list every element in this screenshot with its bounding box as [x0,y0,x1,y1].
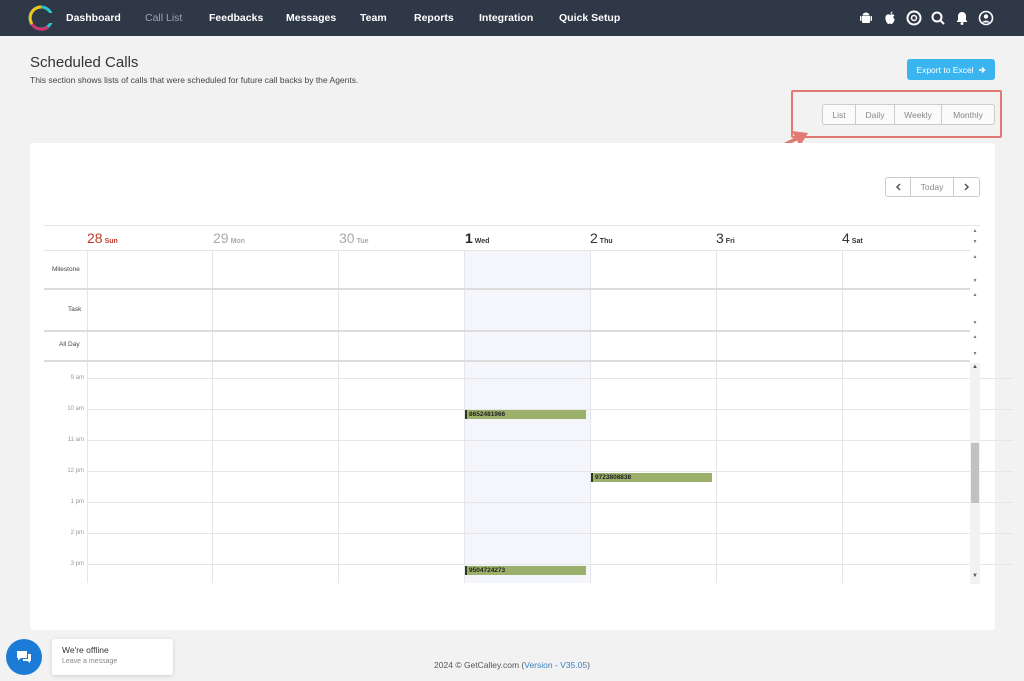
footer: 2024 © GetCalley.com (Version - V35.05) [0,660,1024,670]
row-divider [44,330,970,332]
view-monthly-button[interactable]: Monthly [942,105,994,124]
footer-close: ) [587,660,590,670]
search-icon[interactable] [930,10,946,26]
day-header-tue[interactable]: 30 Tue [339,230,369,248]
time-grid-scrollbar[interactable]: ▲ ▼ [970,363,980,584]
bell-icon[interactable] [954,10,970,26]
row-divider [87,533,1013,534]
scrollbar-thumb[interactable] [971,443,979,503]
prev-week-button[interactable] [886,178,911,196]
view-list-button[interactable]: List [823,105,856,124]
row-label-all-day: All Day [59,341,80,348]
time-label: 3 pm [70,561,84,567]
nav-quick-setup[interactable]: Quick Setup [559,12,620,24]
version-link[interactable]: Version - V35.05 [524,660,587,670]
scheduled-call-event[interactable]: 9723808838 [591,473,712,482]
row-divider [87,471,1013,472]
page-description: This section shows lists of calls that w… [30,75,359,85]
day-header-wed[interactable]: 1 Wed [465,230,489,248]
export-to-excel-button[interactable]: Export to Excel [907,59,995,80]
nav-dashboard[interactable]: Dashboard [66,12,121,24]
footer-copyright: 2024 © GetCalley.com ( [434,660,525,670]
time-label: 10 am [67,406,84,412]
export-label: Export to Excel [916,64,974,75]
row-divider [87,440,1013,441]
time-label: 2 pm [70,530,84,536]
nav-team[interactable]: Team [360,12,387,24]
week-calendar-grid: 28 Sun 29 Mon 30 Tue 1 Wed 2 Thu 3 Fri 4 Sat Mi… [44,225,1013,584]
scheduled-call-event[interactable]: 8652481966 [465,410,586,419]
row-divider [44,360,970,362]
chevron-left-icon [895,183,901,191]
top-nav: Dashboard Call List Feedbacks Messages T… [0,0,1024,36]
row-label-task: Task [68,306,82,313]
time-label: 1 pm [70,499,84,505]
apple-icon[interactable] [882,10,898,26]
time-label: 9 am [70,375,84,381]
milestone-scrollbar[interactable]: ▲ ▼ [970,252,980,288]
view-daily-button[interactable]: Daily [856,105,895,124]
header-scrollbar[interactable]: ▲ ▼ [970,226,980,250]
day-header-sat[interactable]: 4 Sat [842,230,863,248]
help-icon[interactable] [906,10,922,26]
day-header-sun[interactable]: 28 Sun [87,230,118,248]
next-week-button[interactable] [954,178,979,196]
nav-reports[interactable]: Reports [414,12,454,24]
row-divider [87,378,1013,379]
row-divider [44,250,970,251]
nav-call-list[interactable]: Call List [145,12,182,24]
view-switcher: List Daily Weekly Monthly [822,104,995,125]
app-logo-icon[interactable] [28,5,54,31]
view-weekly-button[interactable]: Weekly [895,105,942,124]
chevron-right-icon [964,183,970,191]
day-header-fri[interactable]: 3 Fri [716,230,735,248]
row-divider [44,288,970,290]
user-icon[interactable] [978,10,994,26]
nav-integration[interactable]: Integration [479,12,533,24]
nav-messages[interactable]: Messages [286,12,336,24]
day-header-thu[interactable]: 2 Thu [590,230,613,248]
all-day-scrollbar[interactable]: ▲ ▼ [970,332,980,360]
calendar-navigation: Today [885,177,980,197]
android-icon[interactable] [858,10,874,26]
row-divider [87,502,1013,503]
time-label: 12 pm [67,468,84,474]
page-title: Scheduled Calls [30,54,139,71]
chat-title: We're offline [62,645,109,655]
arrow-right-icon [978,66,986,73]
time-label: 11 am [67,437,84,443]
task-scrollbar[interactable]: ▲ ▼ [970,290,980,330]
today-button[interactable]: Today [911,178,954,196]
row-label-milestone: Milestone [52,266,80,273]
row-divider [87,564,1013,565]
day-header-mon[interactable]: 29 Mon [213,230,245,248]
scheduled-call-event[interactable]: 9504724273 [465,566,586,575]
nav-feedbacks[interactable]: Feedbacks [209,12,263,24]
